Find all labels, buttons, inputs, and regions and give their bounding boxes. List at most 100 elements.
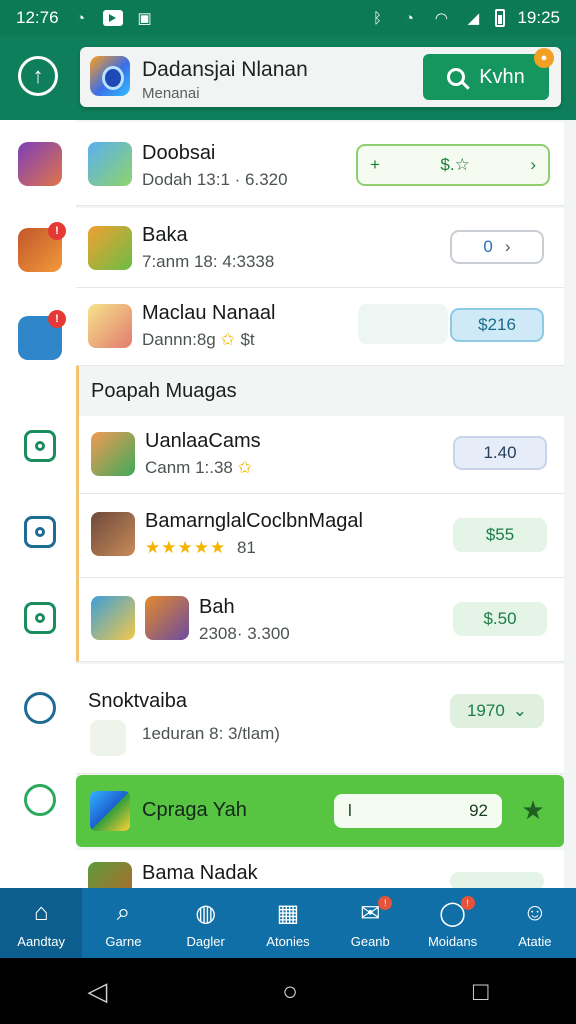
row-title: Maclau Nanaal bbox=[142, 302, 276, 324]
alarm-icon: ◔ bbox=[404, 9, 414, 27]
row-title: Doobsai bbox=[142, 142, 216, 164]
back-icon[interactable]: ◁ bbox=[87, 976, 107, 1007]
row-subtitle: 2308· 3.300 bbox=[199, 624, 290, 643]
rail-item-camera[interactable]: ! bbox=[18, 310, 66, 360]
row-subtitle: Dannn:8g ✩ $t bbox=[142, 330, 255, 350]
price-button[interactable]: $.50 bbox=[453, 602, 547, 636]
price-label: $55 bbox=[485, 525, 515, 544]
avatar-icon bbox=[18, 142, 62, 186]
media-icon bbox=[102, 10, 123, 26]
nav-tab-apps[interactable]: ▦ Atonies bbox=[247, 888, 329, 958]
list-item[interactable]: BamarnglalCoclbnMagal ★★★★★ 81 $55 bbox=[76, 494, 564, 578]
star-icon: ✩ bbox=[237, 458, 253, 477]
nav-label: Geanb bbox=[350, 934, 390, 949]
nav-badge: ! bbox=[460, 896, 475, 910]
nav-tab-mail[interactable]: ✉ ! Geanb bbox=[329, 888, 411, 958]
rail-item-profile[interactable] bbox=[18, 142, 62, 186]
compass-icon: ◍ bbox=[195, 899, 217, 927]
add-button[interactable]: + $.☆ › bbox=[356, 144, 550, 186]
status-time-right: 19:25 bbox=[517, 8, 560, 27]
cat-app-icon bbox=[88, 142, 132, 186]
list-item[interactable]: Baka 7:anm 18: 4:3338 0 › bbox=[76, 208, 564, 288]
row-subtitle-text: 81 bbox=[236, 538, 256, 557]
cat-app-icon bbox=[91, 512, 135, 556]
search-button[interactable]: Kvhn bbox=[423, 54, 549, 100]
rail-item-watch[interactable] bbox=[18, 510, 62, 554]
list-item[interactable]: Snoktvaiba 1eduran 8: 3/tlam) 1970 ⌄ bbox=[76, 664, 564, 774]
star-icon: ✩ bbox=[220, 330, 236, 349]
row-subtitle-extra: $t bbox=[240, 330, 255, 349]
bottom-navigation: ⌂ Aandtay ⌕ Garne ◍ Dagler ▦ Atonies ✉ !… bbox=[0, 888, 576, 958]
version-dropdown[interactable]: 1970 ⌄ bbox=[450, 694, 544, 728]
nav-label: Garne bbox=[105, 934, 142, 949]
nav-label: Atatie bbox=[518, 934, 552, 949]
side-rail: ! ! bbox=[0, 120, 76, 890]
nav-tab-search[interactable]: ⌕ Garne bbox=[82, 888, 164, 958]
search-icon: ⌕ bbox=[116, 899, 131, 926]
rail-item-fox[interactable]: ! bbox=[18, 222, 66, 272]
watch-icon bbox=[24, 516, 56, 548]
nav-tab-home[interactable]: ⌂ Aandtay bbox=[0, 888, 83, 958]
row-subtitle: Canm 1:.38 ✩ bbox=[145, 458, 253, 478]
row-subtitle-text: Canm 1:.38 bbox=[145, 458, 233, 477]
row-subtitle: 7:anm 18: 4:3338 bbox=[142, 252, 275, 271]
price-label: 1.40 bbox=[483, 443, 517, 462]
nav-label: Moidans bbox=[427, 934, 478, 949]
app-title: Dadansjai Nlanan bbox=[142, 58, 308, 81]
cat-app-icon bbox=[91, 596, 135, 640]
upload-button[interactable]: ↑ bbox=[18, 56, 58, 96]
price-label: $.☆ bbox=[440, 155, 470, 174]
chevron-down-icon: ⌄ bbox=[512, 701, 528, 720]
row-subtitle-text: Dannn:8g bbox=[142, 330, 216, 349]
camera-icon bbox=[24, 430, 56, 462]
list-item[interactable]: Bama Nadak bbox=[76, 850, 564, 906]
star-icon[interactable]: ★ bbox=[516, 793, 550, 827]
row-subtitle: Dodah 13:1 · 6.320 bbox=[142, 170, 288, 189]
price-button[interactable]: $55 bbox=[453, 518, 547, 552]
app-header: ↑ Dadansjai Nlanan Menanai Kvhn ● bbox=[0, 36, 576, 120]
search-button-label: Kvhn bbox=[479, 65, 525, 88]
rail-item-clock[interactable] bbox=[18, 778, 62, 822]
recents-icon[interactable]: □ bbox=[473, 976, 489, 1007]
nav-tab-explore[interactable]: ◍ Dagler bbox=[165, 888, 247, 958]
search-card[interactable]: Dadansjai Nlanan Menanai Kvhn ● bbox=[80, 47, 561, 107]
row-title: Bah bbox=[199, 596, 235, 618]
app-logo-icon bbox=[90, 56, 130, 96]
price-label: 0 bbox=[483, 237, 493, 256]
nav-label: Dagler bbox=[186, 934, 225, 949]
row-title: UanlaaCams bbox=[145, 430, 261, 452]
transfer-icon bbox=[24, 602, 56, 634]
monkey-app-icon bbox=[145, 596, 189, 640]
rail-item-photo[interactable] bbox=[18, 424, 62, 468]
rail-item-speed[interactable] bbox=[18, 686, 62, 730]
row-title: BamarnglalCoclbnMagal bbox=[145, 510, 363, 532]
price-label: $216 bbox=[478, 315, 516, 334]
list-item[interactable]: Maclau Nanaal Dannn:8g ✩ $t $216 bbox=[76, 288, 564, 366]
wifi-icon: ◠ bbox=[434, 10, 448, 27]
rail-badge: ! bbox=[48, 310, 66, 328]
nav-label: Atonies bbox=[266, 934, 310, 949]
price-button[interactable]: 0 › bbox=[450, 230, 544, 264]
list-item[interactable]: Doobsai Dodah 13:1 · 6.320 + $.☆ › bbox=[76, 122, 564, 206]
nav-tab-profile[interactable]: ☺ Atatie bbox=[494, 888, 576, 958]
price-label: $.50 bbox=[483, 609, 517, 628]
promo-input-value: l bbox=[348, 801, 352, 820]
signal-icon: ◢ bbox=[467, 10, 480, 27]
rail-item-transfer[interactable] bbox=[18, 596, 62, 640]
clock-icon bbox=[24, 784, 56, 816]
home-circle-icon[interactable]: ○ bbox=[282, 976, 298, 1007]
game-app-icon bbox=[88, 226, 132, 270]
price-button[interactable]: 1.40 bbox=[453, 436, 547, 470]
chevron-right-icon: › bbox=[530, 155, 536, 174]
status-bar: 12:76 ◔ ▣ ᛒ ◔ ◠ ◢ 19:25 bbox=[0, 0, 576, 36]
row-title: Bama Nadak bbox=[142, 862, 258, 884]
search-icon bbox=[447, 68, 466, 86]
system-navigation-bar: ◁ ○ □ bbox=[0, 958, 576, 1024]
nav-tab-messages[interactable]: ◯ ! Moidans bbox=[411, 888, 493, 958]
promo-banner[interactable]: Cpraga Yah l 92 ★ bbox=[76, 775, 564, 847]
row-subtitle: ★★★★★ 81 bbox=[145, 538, 256, 558]
promo-input[interactable]: l 92 bbox=[334, 794, 502, 828]
list-item[interactable]: UanlaaCams Canm 1:.38 ✩ 1.40 bbox=[76, 416, 564, 494]
list-item[interactable]: Bah 2308· 3.300 $.50 bbox=[76, 578, 564, 662]
price-button[interactable]: $216 bbox=[450, 308, 544, 342]
